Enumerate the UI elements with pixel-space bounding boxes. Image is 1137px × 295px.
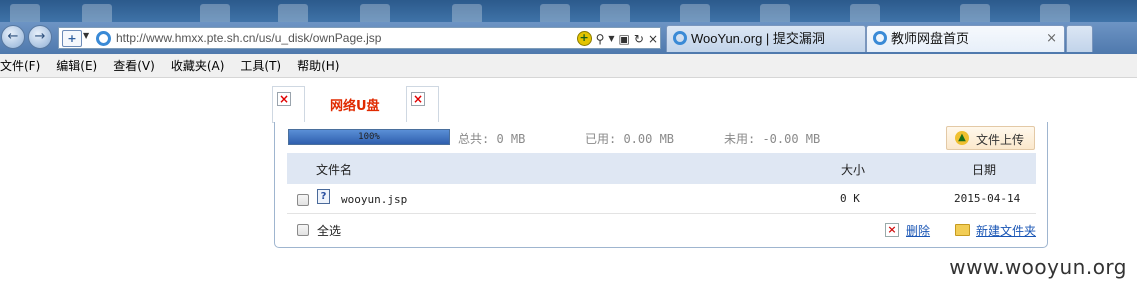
select-all-checkbox[interactable] [297,224,309,236]
column-name: 文件名 [316,163,353,177]
delete-link[interactable]: 删除 [906,222,930,239]
file-size: 0 K [840,192,860,205]
file-date: 2015-04-14 [954,192,1021,205]
quota-percent: 100% [358,132,380,142]
upload-button[interactable]: ▲ 文件上传 [946,126,1035,150]
row-checkbox[interactable] [297,194,309,206]
quota-free: 未用: -0.00 MB [724,132,821,146]
taskbar-ghost-icon [200,4,230,22]
new-tab-button[interactable] [1066,25,1093,52]
taskbar-ghost-icon [82,4,112,22]
browser-toolbar: ← → + ▼ http://www.hmxx.pte.sh.cn/us/u_d… [0,22,1137,54]
url-text[interactable]: http://www.hmxx.pte.sh.cn/us/u_disk/ownP… [116,31,381,45]
tab-wooyun[interactable]: WooYun.org | 提交漏洞 [666,25,866,52]
tab-title: 教师网盘首页 [891,31,970,46]
search-icon[interactable]: ⚲ [596,31,605,47]
menu-favorites[interactable]: 收藏夹(A) [171,57,225,74]
taskbar-ghost-icon [850,4,880,22]
chevron-down-icon[interactable]: ▼ [83,31,89,40]
ie-page-icon [96,31,111,46]
taskbar-ghost-icon [680,4,710,22]
new-folder-icon[interactable] [955,224,970,236]
upload-icon: ▲ [955,131,969,145]
forward-arrow-icon[interactable]: → [28,25,52,49]
taskbar-ghost-icon [452,4,482,22]
quota-progress-bar: 100% [288,129,450,145]
menu-help[interactable]: 帮助(H) [297,57,339,74]
chevron-down-icon[interactable]: ▼ [608,31,614,47]
broken-image-icon: × [406,86,439,123]
taskbar-ghost-icon [1040,4,1070,22]
table-footer: 全选 × 删除 新建文件夹 [287,215,1036,245]
refresh-icon[interactable]: ↻ [634,31,644,47]
upload-label: 文件上传 [976,133,1025,147]
compatibility-view-icon[interactable]: + [576,31,592,46]
menu-edit[interactable]: 编辑(E) [56,57,97,74]
quota-used: 已用: 0.00 MB [585,132,675,146]
taskbar-ghost-icon [10,4,40,22]
back-arrow-icon[interactable]: ← [1,25,25,49]
udisk-tab-label[interactable]: 网络U盘 [330,95,380,114]
menu-tools[interactable]: 工具(T) [240,57,281,74]
delete-icon[interactable]: × [885,223,899,237]
taskbar-ghost-icon [360,4,390,22]
taskbar-ghost-icon [600,4,630,22]
new-folder-link[interactable]: 新建文件夹 [976,222,1036,239]
tab-teacher-disk[interactable]: 教师网盘首页 × [866,25,1065,52]
udisk-panel: 100% 总共: 0 MB 已用: 0.00 MB 未用: -0.00 MB ▲… [274,122,1048,248]
ie-page-icon [673,31,687,45]
site-identity-icon[interactable]: + [62,30,82,47]
column-size: 大小 [841,163,866,177]
column-date: 日期 [972,163,997,177]
address-bar[interactable]: + ▼ http://www.hmxx.pte.sh.cn/us/u_disk/… [58,27,661,49]
table-row[interactable]: ? wooyun.jsp 0 K 2015-04-14 [287,184,1036,214]
menu-bar: 文件(F) 编辑(E) 查看(V) 收藏夹(A) 工具(T) 帮助(H) [0,54,1137,78]
file-name[interactable]: wooyun.jsp [341,193,407,206]
quota-total: 总共: 0 MB [458,132,526,146]
select-all-label[interactable]: 全选 [317,222,341,239]
file-table-header: 文件名 大小 日期 [287,153,1036,184]
taskbar-ghost-icon [760,4,790,22]
menu-view[interactable]: 查看(V) [113,57,155,74]
taskbar-ghost-icon [540,4,570,22]
menu-file[interactable]: 文件(F) [0,57,40,74]
stop-icon[interactable]: × [648,31,658,47]
taskbar-ghost-icon [278,4,308,22]
certificate-icon[interactable]: ▣ [619,31,630,47]
broken-image-icon: × [272,86,305,123]
unknown-file-icon: ? [317,189,330,204]
close-icon[interactable]: × [1046,31,1057,46]
watermark: www.wooyun.org [949,255,1127,279]
address-tools: + ⚲ ▼ ▣ ↻ × [576,30,658,47]
desktop-strip [0,0,1137,22]
ie-page-icon [873,31,887,45]
tab-title: WooYun.org | 提交漏洞 [691,31,825,46]
taskbar-ghost-icon [960,4,990,22]
